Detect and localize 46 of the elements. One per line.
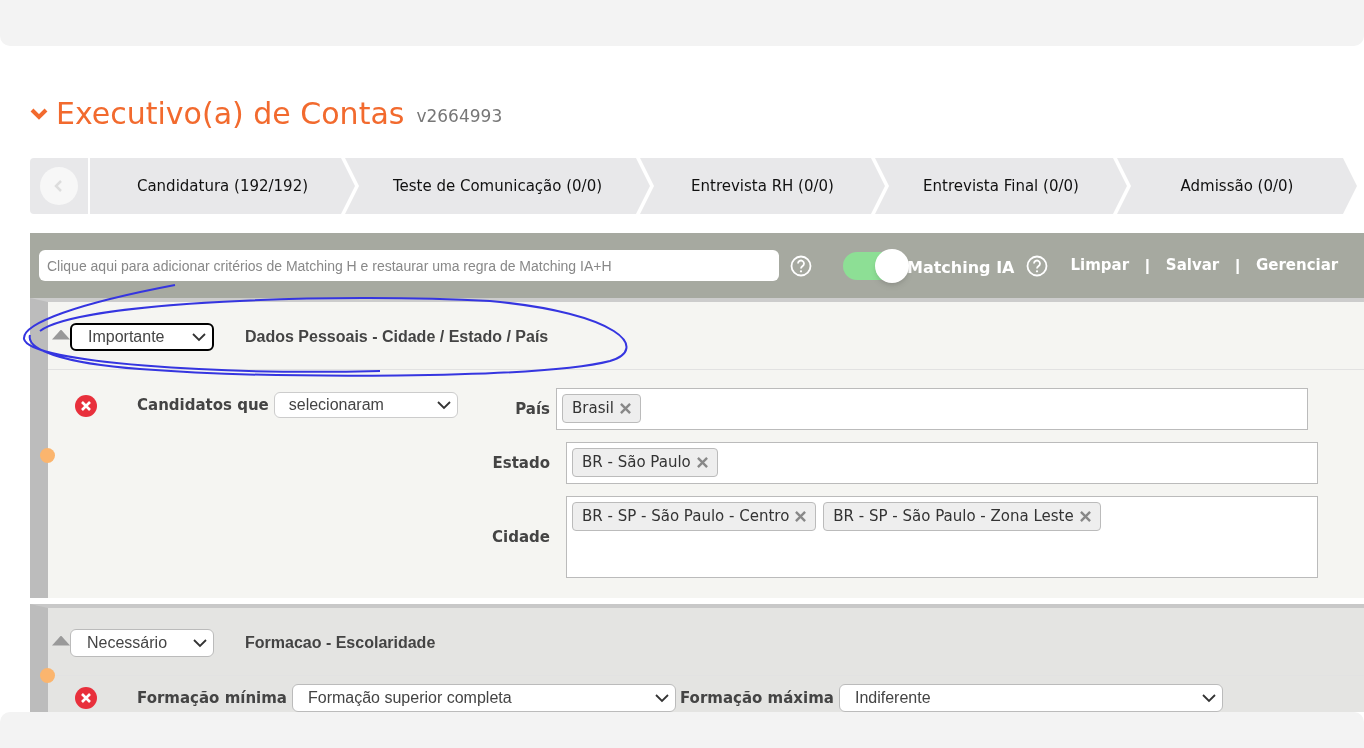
- remove-icon[interactable]: [696, 457, 708, 468]
- tag-input-field[interactable]: BR - SP - São Paulo - Centro BR - SP - São Paulo - Zona Leste: [566, 496, 1318, 578]
- field-label: Formação mínima: [137, 687, 287, 709]
- stage-tab[interactable]: Entrevista RH (0/0): [640, 158, 885, 214]
- field-label: Estado: [491, 453, 551, 474]
- criteria-search-field[interactable]: Clique aqui para adicionar critérios de Matching H e restaurar uma regra de Matching IA+H: [39, 250, 779, 281]
- chevron-down-icon[interactable]: [30, 108, 48, 120]
- tag-chip: Brasil: [562, 394, 641, 423]
- stage-tab[interactable]: Teste de Comunicação (0/0): [345, 158, 650, 214]
- stage-tab[interactable]: Entrevista Final (0/0): [875, 158, 1127, 214]
- field-label: Cidade: [491, 527, 551, 548]
- remove-icon[interactable]: [1079, 511, 1091, 522]
- caret-icon: [192, 331, 206, 342]
- remove-icon[interactable]: [619, 403, 631, 414]
- caret-icon: [655, 693, 669, 703]
- caret-icon: [193, 637, 207, 648]
- job-code: v2664993: [416, 105, 503, 129]
- criteria-title: Formacao - Escolaridade: [245, 632, 436, 653]
- help-icon[interactable]: [790, 254, 812, 277]
- tag-chip: BR - SP - São Paulo - Zona Leste: [823, 502, 1101, 531]
- collapse-icon[interactable]: [52, 329, 70, 340]
- help-icon[interactable]: [1026, 254, 1049, 277]
- separator-text: |: [1235, 254, 1240, 277]
- matching-label: Matching IA: [907, 256, 1015, 279]
- remove-icon[interactable]: [74, 394, 98, 418]
- criterion-label: Candidatos que: [137, 395, 269, 416]
- criteria-title: Dados Pessoais - Cidade / Estado / País: [245, 326, 549, 347]
- caret-icon: [1201, 693, 1216, 703]
- caret-icon: [436, 400, 451, 410]
- job-title: Executivo(a) de Contas: [56, 99, 405, 129]
- match-mode-select[interactable]: selecionaram: [273, 392, 458, 418]
- priority-select[interactable]: Necessário: [70, 628, 214, 657]
- priority-select[interactable]: Importante: [70, 322, 214, 351]
- dropdown-select[interactable]: Formação superior completa: [292, 684, 676, 712]
- field-label: País: [514, 399, 551, 420]
- tag-chip: BR - São Paulo: [572, 448, 718, 477]
- dropdown-select[interactable]: Indiferente: [838, 684, 1223, 712]
- stage-tab[interactable]: Admissão (0/0): [1117, 158, 1357, 214]
- stage-tab[interactable]: Candidatura (192/192): [90, 158, 355, 214]
- tag-input-field[interactable]: Brasil: [556, 388, 1308, 430]
- remove-icon[interactable]: [795, 511, 807, 522]
- tag-chip: BR - SP - São Paulo - Centro: [572, 502, 817, 531]
- remove-icon[interactable]: [74, 686, 98, 710]
- field-label: Formação máxima: [680, 687, 834, 709]
- separator-text: |: [1145, 254, 1150, 277]
- tag-input-field[interactable]: BR - São Paulo: [566, 442, 1318, 484]
